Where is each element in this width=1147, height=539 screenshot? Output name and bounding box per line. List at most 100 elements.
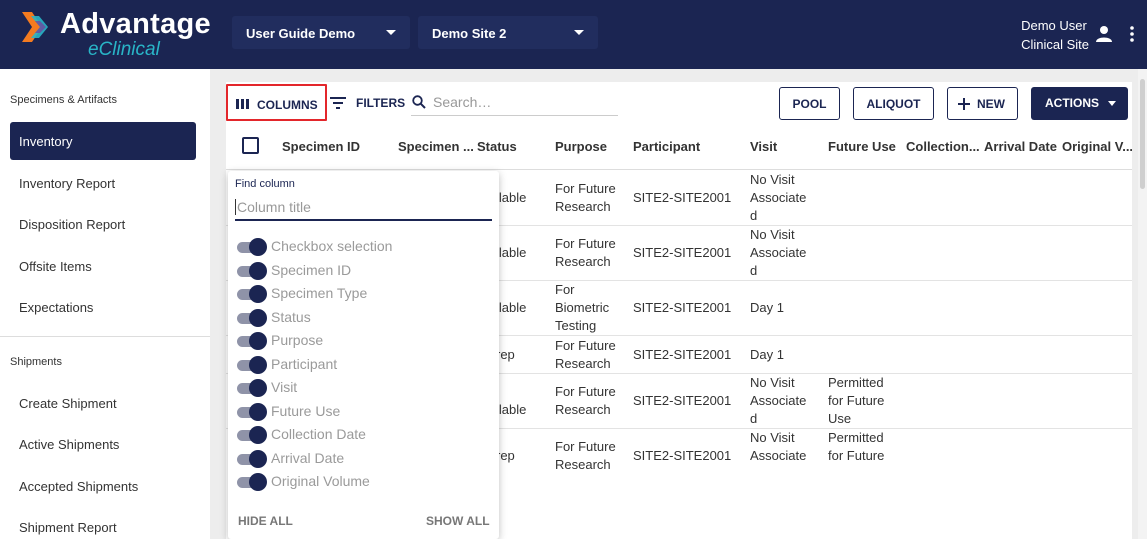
switch-knob xyxy=(249,332,267,350)
switch-knob xyxy=(249,356,267,374)
columns-button[interactable]: COLUMNS xyxy=(226,84,327,121)
scrollbar-thumb[interactable] xyxy=(1140,79,1145,189)
col-header-purpose[interactable]: Purpose xyxy=(555,139,630,154)
cell-future-use: Permitted for Future xyxy=(828,430,885,463)
add-icon xyxy=(958,98,970,110)
hide-all-button[interactable]: HIDE ALL xyxy=(238,514,293,528)
cell-visit: No Visit Associate d xyxy=(750,172,807,223)
column-toggle-label: Specimen Type xyxy=(271,285,368,301)
column-toggle-status[interactable]: Status xyxy=(237,308,487,330)
study-select-value: User Guide Demo xyxy=(246,26,356,41)
col-header-specimen-type[interactable]: Specimen ... xyxy=(398,139,473,154)
column-toggle-label: Specimen ID xyxy=(271,262,352,278)
view-column-icon xyxy=(236,99,249,109)
cell-future-use: Permitted for Future Use xyxy=(828,375,885,426)
col-header-original-volume[interactable]: Original V... xyxy=(1062,139,1132,154)
site-select-value: Demo Site 2 xyxy=(432,26,507,41)
column-toggle-label: Checkbox selection xyxy=(271,238,393,254)
filters-button[interactable]: FILTERS xyxy=(356,96,405,110)
top-bar: Advantage eClinical User Guide Demo Demo… xyxy=(0,0,1147,69)
new-button[interactable]: NEW xyxy=(947,87,1018,120)
search-input[interactable]: Search… xyxy=(411,92,618,116)
cell-visit: No Visit Associate d xyxy=(750,375,807,426)
brand-subtitle: eClinical xyxy=(88,39,160,60)
sidebar-item-expectations[interactable]: Expectations xyxy=(10,288,196,326)
columns-label: COLUMNS xyxy=(257,98,318,112)
column-toggle-future-use[interactable]: Future Use xyxy=(237,402,487,424)
sidebar-item-active-shipments[interactable]: Active Shipments xyxy=(10,425,196,463)
more-vert-icon[interactable] xyxy=(1126,25,1138,43)
sidebar-item-accepted-shipments[interactable]: Accepted Shipments xyxy=(10,467,196,505)
pool-button[interactable]: POOL xyxy=(779,87,840,120)
account-icon[interactable] xyxy=(1095,25,1113,43)
column-toggle-visit[interactable]: Visit xyxy=(237,378,487,400)
switch-knob xyxy=(249,262,267,280)
col-header-collection-date[interactable]: Collection... xyxy=(906,139,980,154)
column-toggle-specimen-id[interactable]: Specimen ID xyxy=(237,261,487,283)
column-toggle-label: Arrival Date xyxy=(271,450,345,466)
column-toggle-label: Participant xyxy=(271,356,338,372)
user-info[interactable]: Demo User Clinical Site xyxy=(1021,16,1089,54)
cell-status: ilable xyxy=(496,245,527,260)
caret-down-icon xyxy=(574,30,584,35)
sidebar-item-offsite-items[interactable]: Offsite Items xyxy=(10,247,196,285)
col-header-future-use[interactable]: Future Use xyxy=(828,139,903,154)
filter-list-icon[interactable] xyxy=(330,97,346,109)
sidebar-section-specimens: Specimens & Artifacts xyxy=(10,94,117,106)
aliquot-button[interactable]: ALIQUOT xyxy=(853,87,934,120)
cell-visit: No Visit Associate xyxy=(750,430,807,463)
switch-knob xyxy=(249,238,267,256)
study-select[interactable]: User Guide Demo xyxy=(232,16,410,49)
brand-chevron-icon xyxy=(22,12,48,42)
column-toggle-label: Visit xyxy=(271,379,298,395)
column-toggle-original-volume[interactable]: Original Volume xyxy=(237,472,487,494)
column-toggle-purpose[interactable]: Purpose xyxy=(237,331,487,353)
column-toggle-checkbox-selection[interactable]: Checkbox selection xyxy=(237,237,487,259)
show-all-button[interactable]: SHOW ALL xyxy=(426,514,490,528)
column-toggle-label: Status xyxy=(271,309,311,325)
switch-knob xyxy=(249,473,267,491)
page-scrollbar[interactable] xyxy=(1138,69,1147,539)
sidebar-divider xyxy=(0,336,210,337)
col-header-participant[interactable]: Participant xyxy=(633,139,743,154)
column-toggle-participant[interactable]: Participant xyxy=(237,355,487,377)
brand-logo[interactable]: Advantage eClinical xyxy=(22,8,222,64)
sidebar: Specimens & Artifacts Inventory Inventor… xyxy=(0,69,210,539)
column-chooser-popover: Find column Column title Checkbox select… xyxy=(228,171,499,539)
column-toggle-collection-date[interactable]: Collection Date xyxy=(237,425,487,447)
find-column-placeholder: Column title xyxy=(235,199,311,215)
sidebar-item-inventory[interactable]: Inventory xyxy=(10,122,196,160)
col-header-status[interactable]: Status xyxy=(477,139,552,154)
switch-knob xyxy=(249,285,267,303)
sidebar-section-shipments: Shipments xyxy=(10,356,62,368)
sidebar-item-create-shipment[interactable]: Create Shipment xyxy=(10,384,196,422)
cell-participant: SITE2-SITE2001 xyxy=(633,190,732,205)
find-column-input[interactable]: Column title xyxy=(235,196,492,221)
sidebar-item-disposition-report[interactable]: Disposition Report xyxy=(10,205,196,243)
cell-participant: SITE2-SITE2001 xyxy=(633,393,732,408)
table-header: Specimen ID Specimen ... Status Purpose … xyxy=(226,127,1132,170)
col-header-visit[interactable]: Visit xyxy=(750,139,825,154)
caret-down-icon xyxy=(386,30,396,35)
sidebar-item-inventory-report[interactable]: Inventory Report xyxy=(10,164,196,202)
column-toggle-arrival-date[interactable]: Arrival Date xyxy=(237,449,487,471)
cell-purpose: For Biometric Testing xyxy=(555,282,610,333)
site-select[interactable]: Demo Site 2 xyxy=(418,16,598,49)
new-label: NEW xyxy=(977,97,1005,111)
cell-status: ilable xyxy=(496,300,527,315)
actions-label: ACTIONS xyxy=(1045,96,1099,110)
col-header-specimen-id[interactable]: Specimen ID xyxy=(282,139,392,154)
search-icon xyxy=(412,95,426,109)
cell-status: ilable xyxy=(496,190,527,205)
switch-knob xyxy=(249,426,267,444)
cell-participant: SITE2-SITE2001 xyxy=(633,245,732,260)
cell-purpose: For Future Research xyxy=(555,338,616,371)
column-toggle-specimen-type[interactable]: Specimen Type xyxy=(237,284,487,306)
col-header-arrival-date[interactable]: Arrival Date xyxy=(984,139,1059,154)
select-all-checkbox[interactable] xyxy=(242,137,259,154)
actions-button[interactable]: ACTIONS xyxy=(1031,87,1128,120)
sidebar-item-shipment-report[interactable]: Shipment Report xyxy=(10,508,196,539)
search-placeholder: Search… xyxy=(433,94,492,110)
caret-down-icon xyxy=(1108,101,1116,106)
cell-visit: No Visit Associate d xyxy=(750,227,807,278)
